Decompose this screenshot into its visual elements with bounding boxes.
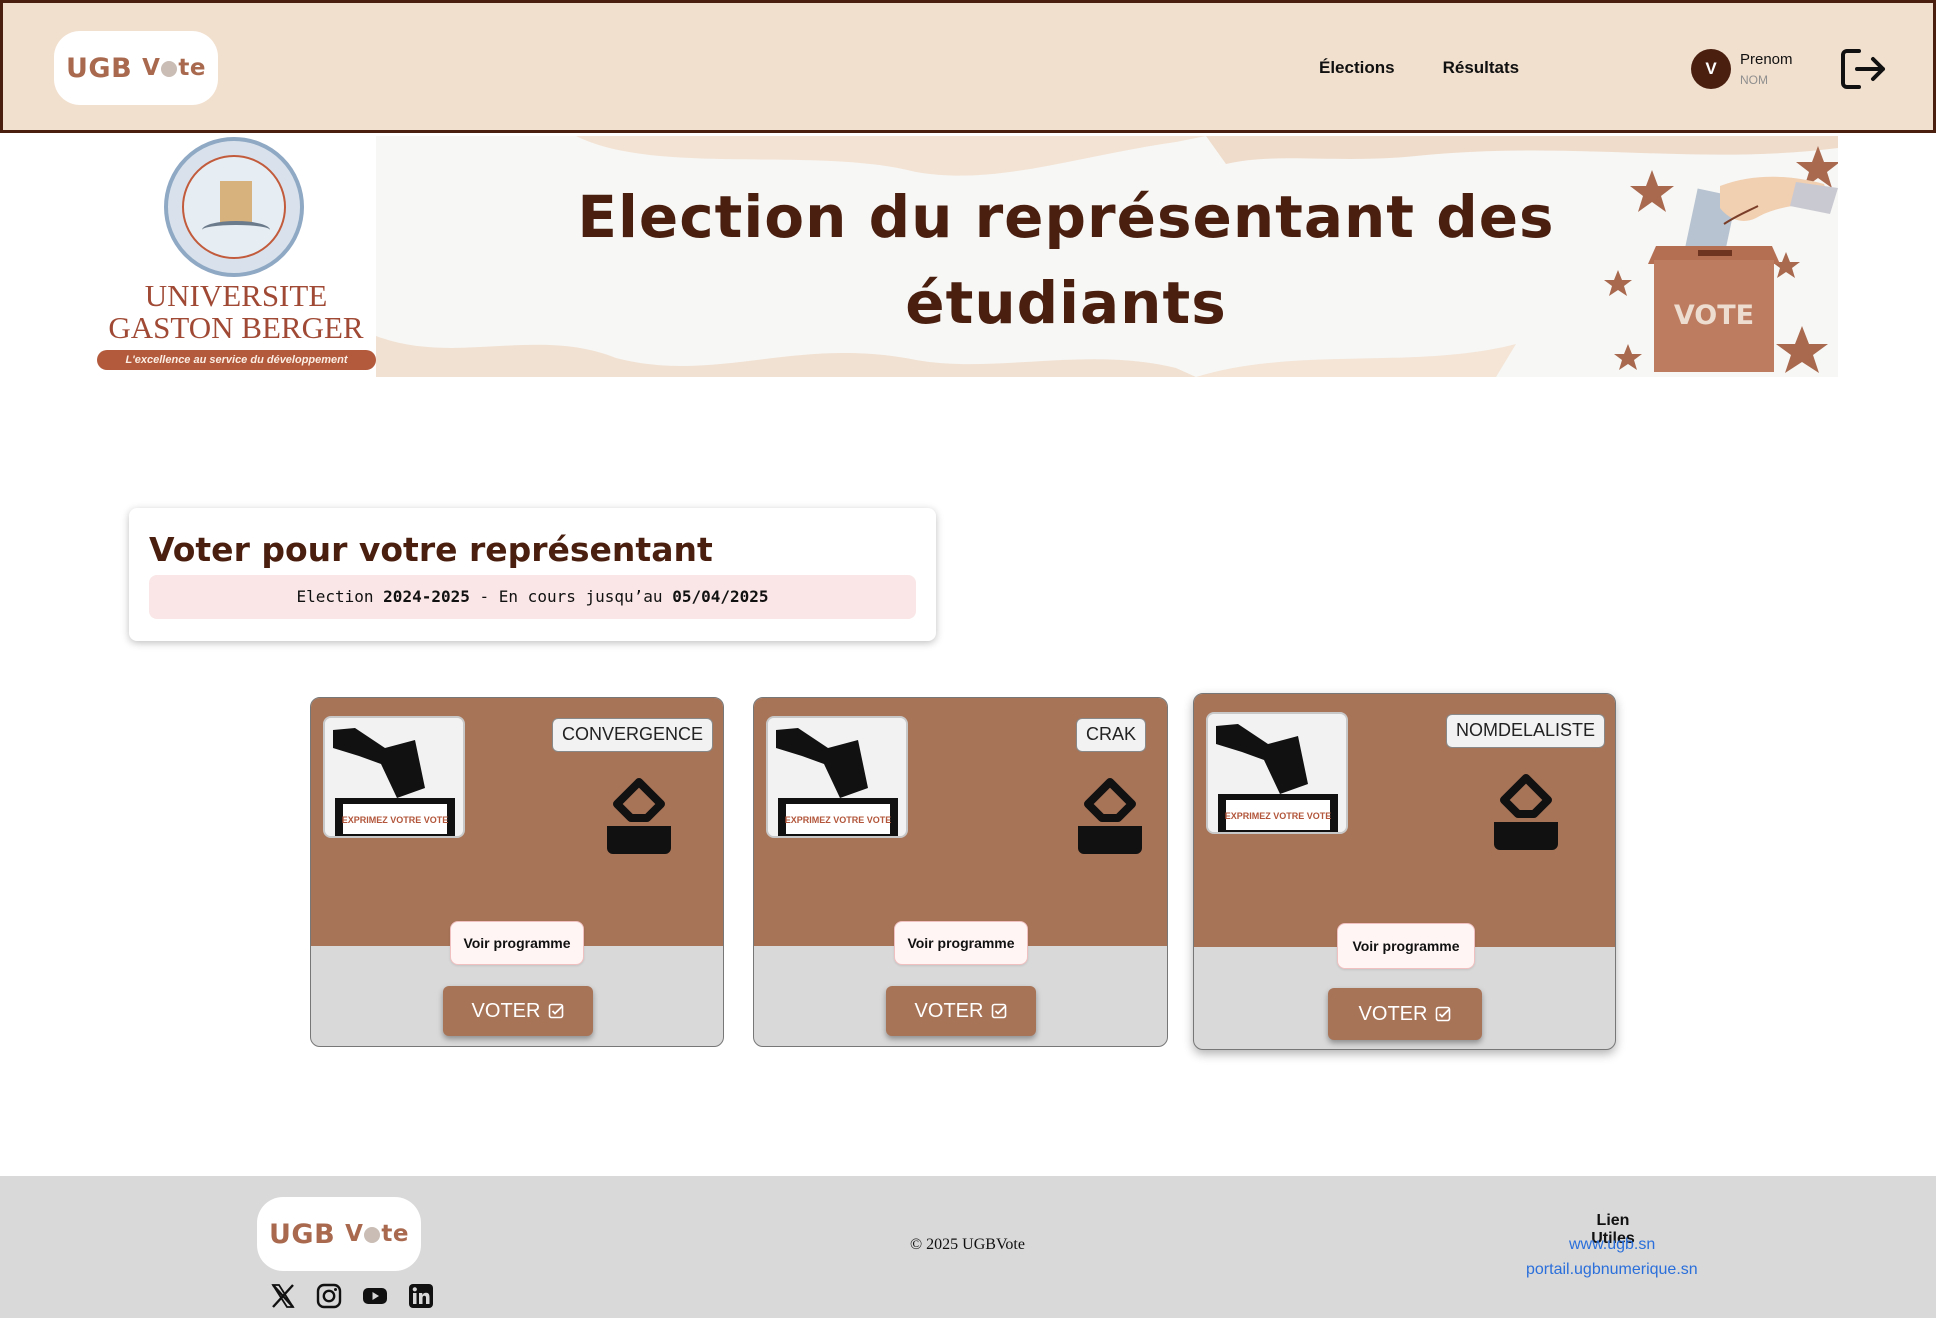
logo-word-end: te [178, 55, 206, 81]
ballot-o-icon [161, 61, 178, 77]
election-year: 2024-2025 [383, 587, 470, 606]
election-label: Election [296, 587, 374, 606]
logo-word-start: V [142, 55, 161, 81]
instagram-icon[interactable] [316, 1283, 342, 1309]
nav-results[interactable]: Résultats [1443, 58, 1520, 78]
list-name-badge: CONVERGENCE [551, 718, 713, 752]
copyright: © 2025 UGBVote [910, 1236, 1025, 1253]
vote-button-label: VOTER [1358, 1002, 1428, 1025]
photo-caption: EXPRIMEZ VOTRE VOTE [1225, 811, 1332, 821]
link-ugb[interactable]: www.ugb.sn [1569, 1236, 1655, 1254]
ugb-university-logo: UNIVERSITE GASTON BERGER L'excellence au… [96, 136, 376, 377]
top-navbar: UGB Vte Élections Résultats V Prenom NOM [0, 0, 1936, 133]
main-nav: Élections Résultats [1319, 58, 1519, 78]
check-square-icon [992, 1003, 1007, 1019]
vote-button-label: VOTER [471, 999, 541, 1022]
user-last-name: NOM [1740, 73, 1768, 87]
page-title: Election du représentant des étudiants [577, 183, 1555, 337]
user-first-name: Prenom [1740, 51, 1793, 68]
vote-panel-title: Voter pour votre représentant [149, 530, 713, 569]
logout-icon[interactable] [1839, 47, 1887, 91]
footer: UGB Vte © 2025 UGBVote Lien Utiles www.u… [0, 1176, 1936, 1318]
ballot-vote-icon [1078, 778, 1142, 854]
view-program-button[interactable]: Voir programme [1337, 923, 1475, 969]
view-program-button[interactable]: Voir programme [894, 921, 1028, 965]
logo-word-start: V [345, 1221, 364, 1247]
view-program-button[interactable]: Voir programme [450, 921, 584, 965]
candidate-photo: EXPRIMEZ VOTRE VOTE [1206, 712, 1348, 834]
check-square-icon [1436, 1006, 1451, 1022]
linkedin-icon[interactable] [408, 1283, 434, 1309]
x-icon[interactable] [270, 1283, 296, 1309]
vote-button[interactable]: VOTER [1328, 988, 1482, 1040]
candidate-card: EXPRIMEZ VOTRE VOTE NOMDELALISTE Voir pr… [1193, 693, 1616, 1050]
avatar[interactable]: V [1691, 49, 1731, 89]
ballot-o-icon [364, 1227, 381, 1243]
election-status-bar: Election 2024-2025 - En cours jusqu’au 0… [149, 575, 916, 619]
university-name-line2: GASTON BERGER [108, 310, 364, 345]
logo-word-end: te [381, 1221, 409, 1247]
social-links [270, 1283, 434, 1309]
nav-elections[interactable]: Élections [1319, 58, 1395, 78]
photo-caption: EXPRIMEZ VOTRE VOTE [342, 815, 449, 825]
link-ugb-portal[interactable]: portail.ugbnumerique.sn [1526, 1261, 1698, 1279]
vote-button[interactable]: VOTER [886, 986, 1036, 1036]
vote-button-label: VOTER [914, 999, 984, 1022]
app-logo[interactable]: UGB Vte [54, 31, 218, 105]
university-motto: L'excellence au service du développement [97, 350, 376, 370]
ballot-vote-icon [1494, 774, 1558, 850]
check-square-icon [549, 1003, 564, 1019]
logo-prefix: UGB [269, 1218, 336, 1250]
election-status-text: - En cours jusqu’au [479, 587, 663, 606]
election-banner: UNIVERSITE GASTON BERGER L'excellence au… [96, 136, 1838, 377]
youtube-icon[interactable] [362, 1283, 388, 1309]
footer-logo[interactable]: UGB Vte [257, 1197, 421, 1271]
candidate-photo: EXPRIMEZ VOTRE VOTE [766, 716, 908, 838]
vote-panel: Voter pour votre représentant Election 2… [129, 508, 936, 641]
list-name-badge: CRAK [1075, 718, 1146, 752]
university-seal-icon [164, 137, 304, 277]
photo-caption: EXPRIMEZ VOTRE VOTE [785, 815, 892, 825]
logo-prefix: UGB [66, 52, 133, 84]
candidate-card: EXPRIMEZ VOTRE VOTE CRAK Voir programme … [753, 697, 1168, 1047]
list-name-badge: NOMDELALISTE [1445, 714, 1605, 748]
ballot-vote-icon [607, 778, 671, 854]
candidate-photo: EXPRIMEZ VOTRE VOTE [323, 716, 465, 838]
vote-button[interactable]: VOTER [443, 986, 593, 1036]
university-name-line1: UNIVERSITE [144, 278, 328, 313]
ballot-box-label: VOTE [1673, 300, 1755, 331]
candidate-card: EXPRIMEZ VOTRE VOTE CONVERGENCE Voir pro… [310, 697, 724, 1047]
election-end-date: 05/04/2025 [672, 587, 769, 606]
